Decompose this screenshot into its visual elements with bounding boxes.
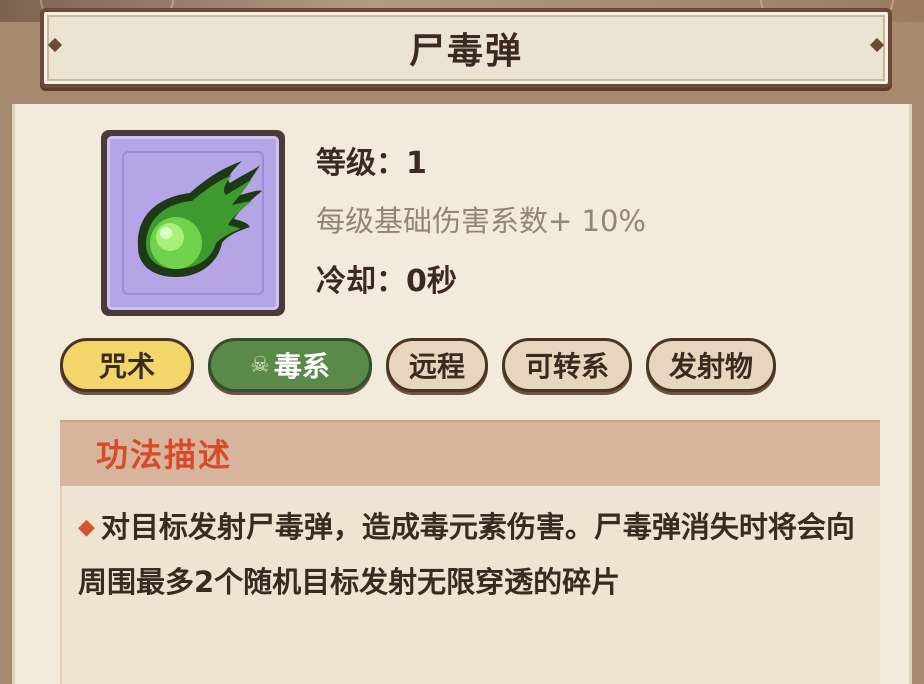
- skill-icon-background: [107, 136, 279, 310]
- tag-label: 远程: [409, 350, 466, 383]
- tag-list: 咒术 ☠ 毒系 远程 可转系 发射物: [60, 338, 777, 398]
- skill-title: 尸毒弹: [408, 31, 523, 72]
- description-body: ◆ 对目标发射尸毒弹，造成毒元素伤害。尸毒弹消失时将会向周围最多2个随机目标发射无…: [60, 486, 880, 684]
- tag-label: 可转系: [525, 350, 610, 383]
- skull-icon: ☠: [250, 352, 270, 378]
- description-header: 功法描述: [96, 436, 233, 474]
- tag-convertible[interactable]: 可转系: [502, 338, 633, 392]
- cooldown-value: 0秒: [406, 264, 457, 299]
- tag-label: 毒系: [273, 350, 330, 383]
- description-text: 对目标发射尸毒弹，造成毒元素伤害。尸毒弹消失时将会向周围最多2个随机目标发射无限…: [78, 510, 855, 599]
- description-paragraph: ◆ 对目标发射尸毒弹，造成毒元素伤害。尸毒弹消失时将会向周围最多2个随机目标发射无…: [78, 500, 878, 609]
- diamond-bullet-icon: ◆: [78, 515, 95, 540]
- scaling-text: 每级基础伤害系数+ 10%: [316, 204, 646, 238]
- skill-icon-frame: [101, 130, 285, 316]
- tag-label: 咒术: [98, 350, 155, 383]
- cooldown-label: 冷却：: [316, 264, 406, 299]
- tag-label: 发射物: [669, 350, 754, 383]
- green-poison-fireball-icon: [137, 161, 262, 277]
- level-value: 1: [406, 146, 427, 181]
- title-bar: 尸毒弹: [40, 8, 892, 88]
- tag-projectile[interactable]: 发射物: [646, 338, 777, 392]
- tag-poison[interactable]: ☠ 毒系: [208, 338, 372, 392]
- level-row: 等级：1: [316, 138, 427, 182]
- level-label: 等级：: [316, 146, 406, 181]
- tag-ranged[interactable]: 远程: [386, 338, 489, 392]
- tag-curse[interactable]: 咒术: [60, 338, 194, 392]
- cooldown-row: 冷却：0秒: [316, 256, 457, 300]
